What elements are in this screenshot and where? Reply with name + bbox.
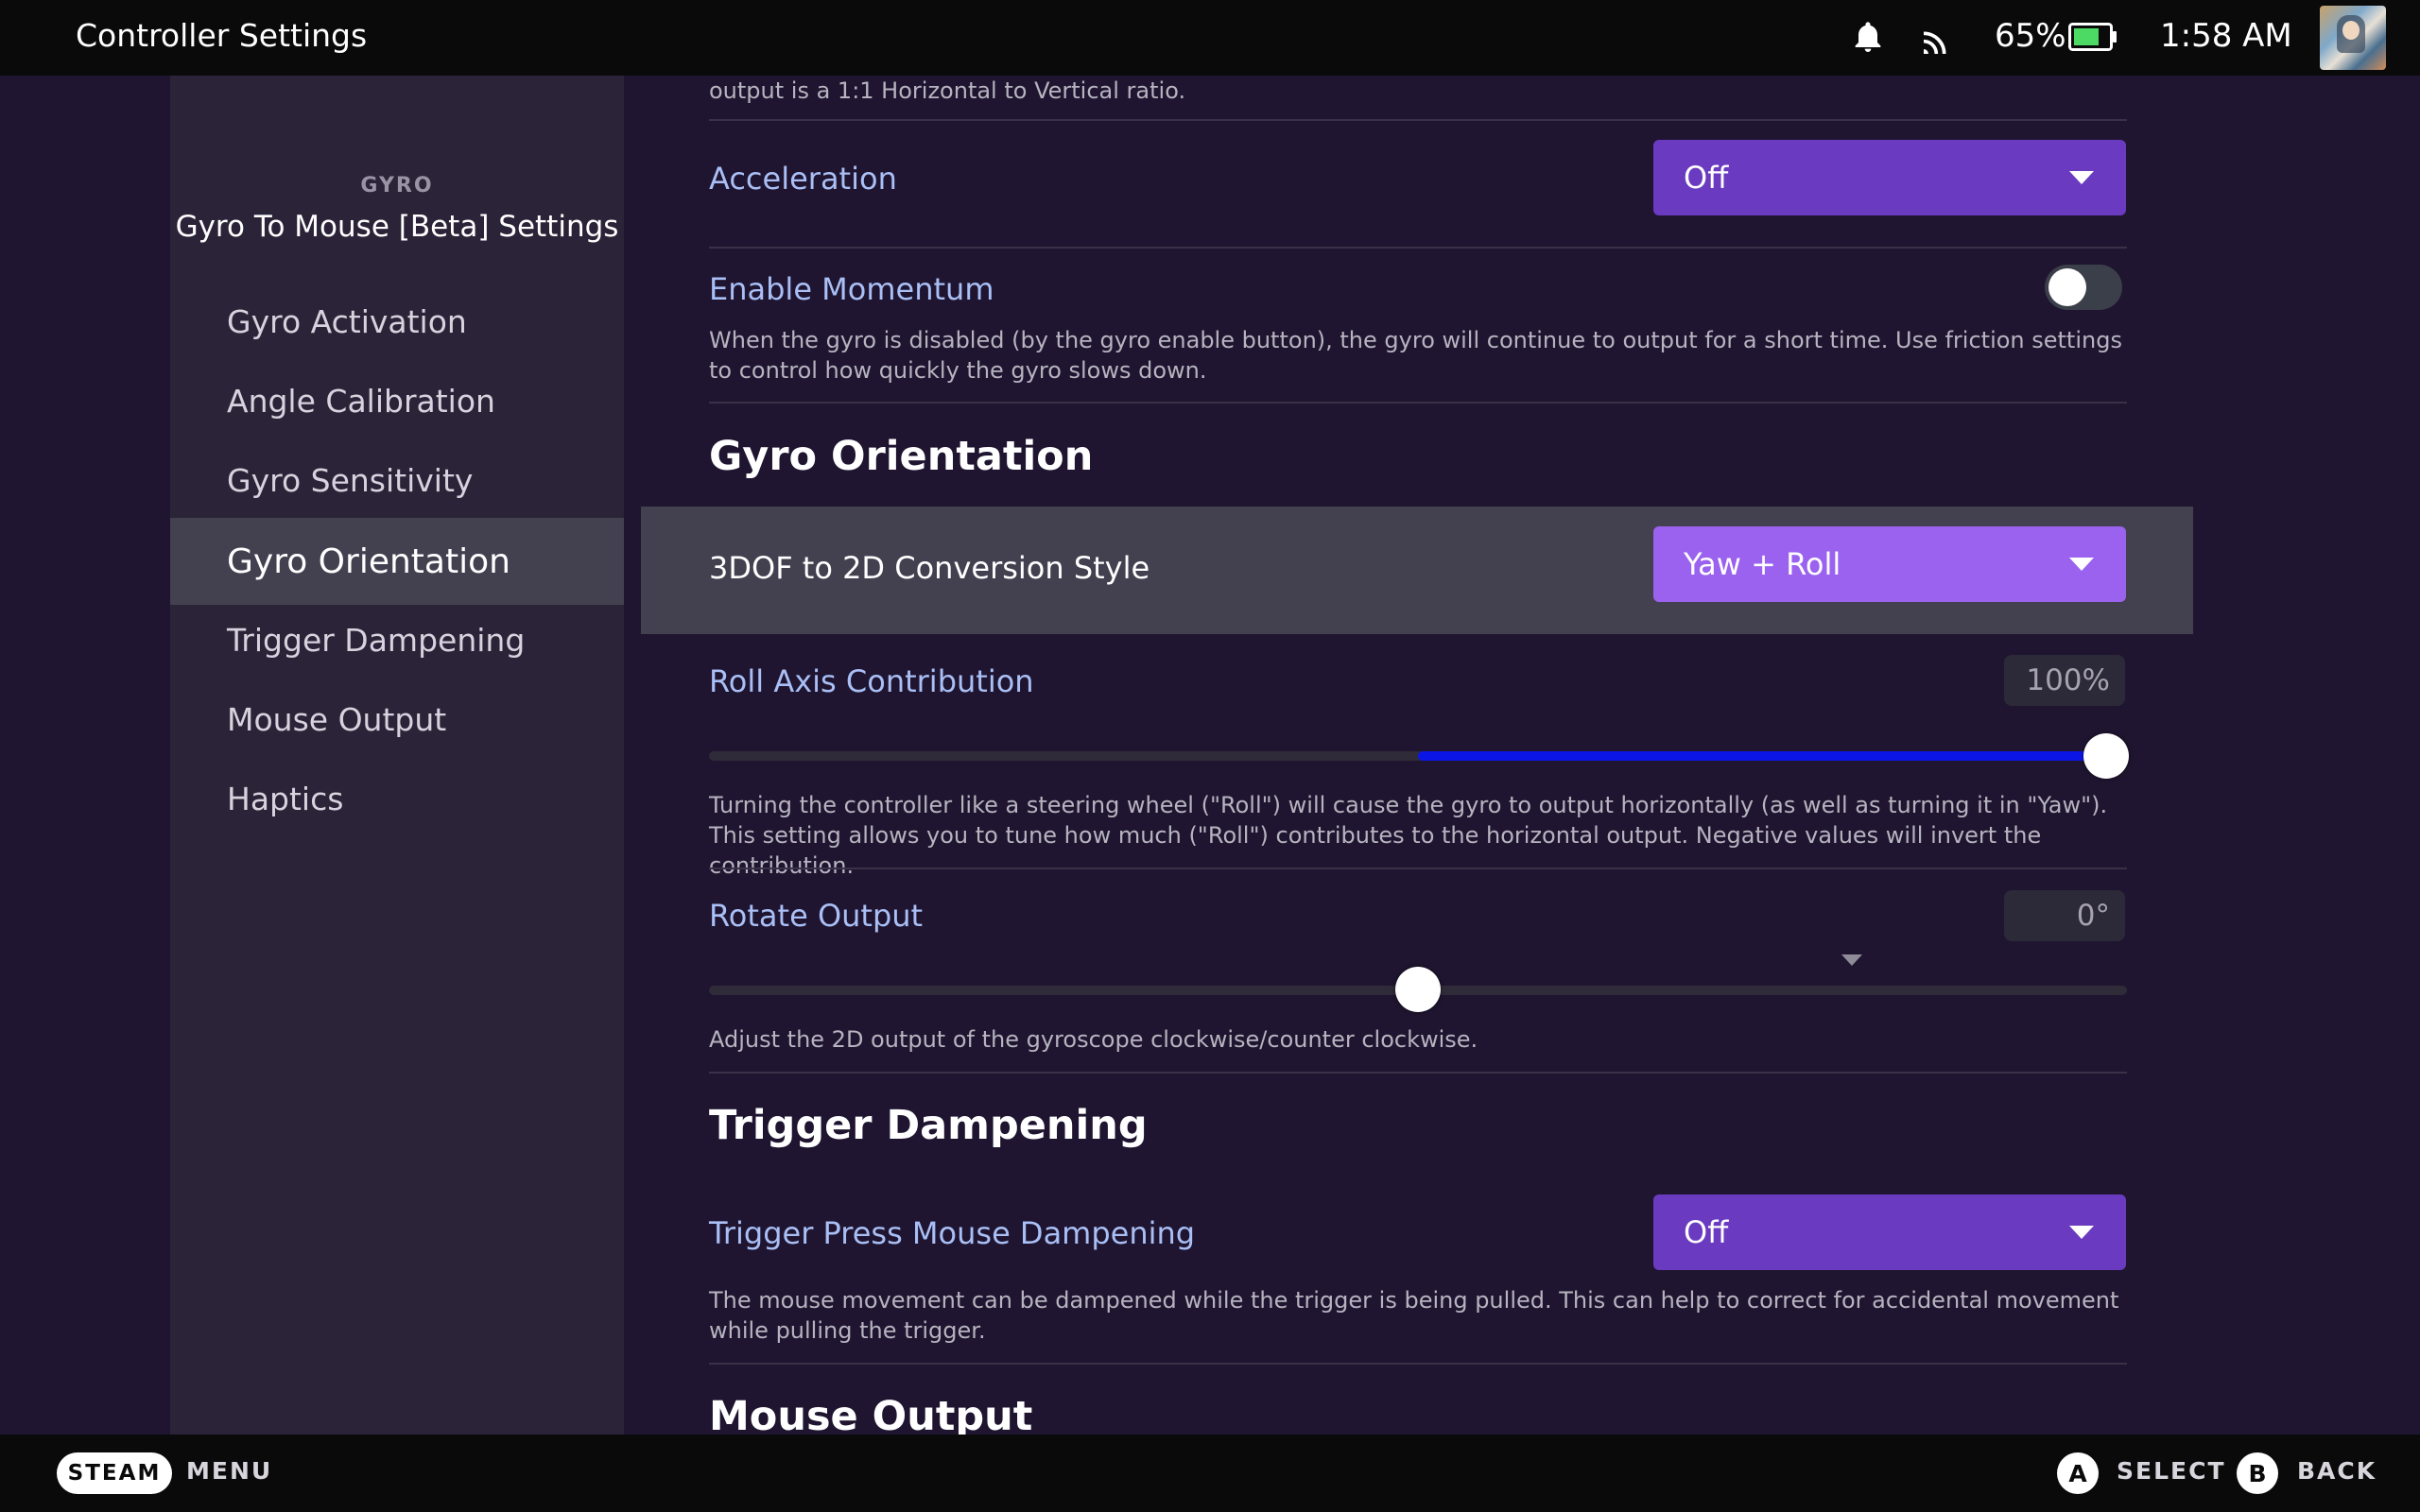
mouse-output-heading: Mouse Output: [709, 1393, 1033, 1435]
sidebar-item-label: Mouse Output: [227, 700, 447, 738]
trigger-dampening-heading: Trigger Dampening: [709, 1102, 1148, 1149]
divider: [709, 402, 2127, 404]
acceleration-prev-description: output is a 1:1 Horizontal to Vertical r…: [709, 77, 1186, 104]
dropdown-value: Off: [1684, 1214, 1729, 1250]
momentum-toggle[interactable]: [2045, 265, 2122, 310]
sidebar-title: Gyro To Mouse [Beta] Settings: [175, 210, 619, 244]
clock: 1:58 AM: [2160, 17, 2292, 55]
roll-axis-value[interactable]: 100%: [2004, 655, 2125, 706]
momentum-description: When the gyro is disabled (by the gyro e…: [709, 327, 2122, 384]
sidebar-item-mouse-output[interactable]: Mouse Output: [170, 676, 624, 763]
menu-label[interactable]: MENU: [186, 1457, 272, 1485]
trigger-press-dampening-label: Trigger Press Mouse Dampening: [709, 1215, 1196, 1251]
rotate-output-slider-handle[interactable]: [1395, 967, 1441, 1012]
sidebar-item-trigger-dampening[interactable]: Trigger Dampening: [170, 596, 624, 683]
battery-icon: [2068, 23, 2117, 51]
sidebar-item-label: Gyro Orientation: [227, 541, 510, 581]
sidebar-section-label: GYRO: [360, 174, 434, 198]
acceleration-label: Acceleration: [709, 161, 897, 197]
battery-percentage: 65%: [1995, 17, 2066, 55]
back-label[interactable]: BACK: [2297, 1457, 2377, 1485]
sidebar-item-gyro-activation[interactable]: Gyro Activation: [170, 278, 624, 365]
rotate-output-description: Adjust the 2D output of the gyroscope cl…: [709, 1026, 1478, 1053]
top-bar: Controller Settings 65% 1:58 AM: [0, 0, 2420, 76]
rotate-output-value[interactable]: 0°: [2004, 890, 2125, 941]
sidebar-item-haptics[interactable]: Haptics: [170, 755, 624, 842]
user-avatar[interactable]: [2320, 6, 2386, 70]
b-button-icon: B: [2237, 1452, 2278, 1494]
dropdown-value: Off: [1684, 160, 1729, 196]
sidebar-item-label: Gyro Activation: [227, 302, 467, 340]
slider-fill: [1418, 751, 2127, 761]
conversion-style-label: 3DOF to 2D Conversion Style: [709, 550, 1150, 586]
roll-axis-label: Roll Axis Contribution: [709, 663, 1034, 699]
chevron-down-icon: [2069, 1226, 2094, 1239]
sidebar-item-label: Gyro Sensitivity: [227, 461, 474, 499]
chevron-down-icon: [2069, 171, 2094, 184]
acceleration-dropdown[interactable]: Off: [1653, 140, 2126, 215]
app-title: Controller Settings: [76, 17, 368, 54]
divider: [709, 1363, 2127, 1365]
sidebar-item-label: Trigger Dampening: [227, 621, 526, 659]
bottom-bar: STEAM MENU A SELECT B BACK: [0, 1435, 2420, 1512]
a-button-icon: A: [2057, 1452, 2099, 1494]
toggle-knob: [2048, 268, 2086, 306]
sidebar-item-label: Angle Calibration: [227, 382, 495, 420]
cast-icon[interactable]: [1919, 21, 1957, 59]
trigger-press-dampening-description: The mouse movement can be dampened while…: [709, 1287, 2119, 1344]
divider: [709, 1072, 2127, 1074]
sidebar-item-angle-calibration[interactable]: Angle Calibration: [170, 357, 624, 444]
gyro-orientation-heading: Gyro Orientation: [709, 433, 1094, 480]
roll-axis-slider-handle[interactable]: [2083, 733, 2129, 779]
sidebar-item-gyro-sensitivity[interactable]: Gyro Sensitivity: [170, 437, 624, 524]
trigger-press-dampening-dropdown[interactable]: Off: [1653, 1194, 2126, 1270]
divider: [709, 247, 2127, 249]
divider: [709, 119, 2127, 121]
dropdown-value: Yaw + Roll: [1684, 546, 1841, 582]
momentum-label: Enable Momentum: [709, 271, 994, 307]
notification-bell-icon[interactable]: [1849, 19, 1887, 57]
settings-panel: output is a 1:1 Horizontal to Vertical r…: [624, 76, 2420, 1435]
select-label[interactable]: SELECT: [2117, 1457, 2226, 1485]
sidebar-item-label: Haptics: [227, 780, 344, 817]
roll-axis-slider[interactable]: [709, 751, 2127, 761]
steam-button[interactable]: STEAM: [57, 1452, 172, 1494]
sidebar: GYRO Gyro To Mouse [Beta] Settings Gyro …: [170, 76, 624, 1435]
sidebar-item-gyro-orientation[interactable]: Gyro Orientation: [170, 518, 624, 605]
conversion-style-dropdown[interactable]: Yaw + Roll: [1653, 526, 2126, 602]
slider-center-tick-icon: [1841, 954, 1862, 966]
chevron-down-icon: [2069, 558, 2094, 571]
rotate-output-label: Rotate Output: [709, 898, 924, 934]
divider: [709, 868, 2127, 869]
